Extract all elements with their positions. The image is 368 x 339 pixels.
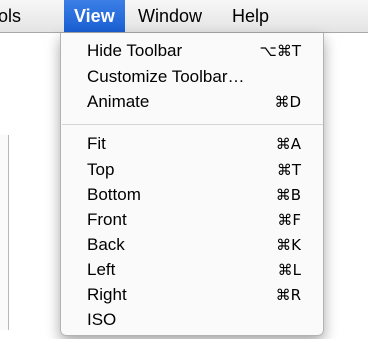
menu-item-label: Fit (87, 134, 106, 153)
menu-item-fit[interactable]: Fit ⌘A (61, 131, 323, 157)
menu-item-label: Front (87, 210, 127, 229)
menu-item-label: Hide Toolbar (87, 41, 183, 60)
menu-item-shortcut: ⌘B (275, 186, 301, 204)
menu-item-shortcut: ⌘R (275, 286, 301, 304)
menu-item-label: Right (87, 285, 127, 304)
menu-item-front[interactable]: Front ⌘F (61, 207, 323, 233)
menu-item-shortcut: ⌘F (277, 211, 301, 229)
background-window-edge (0, 135, 9, 330)
menu-tools[interactable]: ols (0, 0, 21, 32)
menu-item-animate[interactable]: Animate ⌘D (61, 89, 323, 115)
menu-view[interactable]: View (64, 0, 125, 32)
menu-item-customize-toolbar[interactable]: Customize Toolbar… (61, 64, 323, 90)
menu-item-shortcut: ⌘T (276, 161, 301, 179)
menu-item-label: ISO (87, 310, 117, 329)
menu-item-top[interactable]: Top ⌘T (61, 157, 323, 183)
menu-item-shortcut: ⌘K (276, 236, 301, 254)
menu-bar: ols View Window Help (0, 0, 368, 33)
menu-item-shortcut: ⌘D (274, 93, 301, 111)
menu-item-iso[interactable]: ISO (61, 307, 323, 333)
menu-item-label: Back (87, 235, 125, 254)
menu-item-shortcut: ⌘A (275, 135, 301, 153)
view-menu-dropdown: Hide Toolbar ⌥⌘T Customize Toolbar… Anim… (60, 33, 324, 336)
menu-item-right[interactable]: Right ⌘R (61, 282, 323, 308)
menu-item-left[interactable]: Left ⌘L (61, 257, 323, 283)
menu-window[interactable]: Window (138, 0, 202, 32)
menu-item-label: Animate (87, 92, 150, 111)
menu-item-bottom[interactable]: Bottom ⌘B (61, 182, 323, 208)
menu-separator (62, 124, 323, 125)
menu-item-shortcut: ⌥⌘T (259, 42, 301, 60)
menu-item-back[interactable]: Back ⌘K (61, 232, 323, 258)
menu-help[interactable]: Help (232, 0, 269, 32)
menu-item-label: Bottom (87, 185, 141, 204)
menu-item-label: Top (87, 160, 115, 179)
menu-item-hide-toolbar[interactable]: Hide Toolbar ⌥⌘T (61, 38, 323, 64)
menu-item-label: Customize Toolbar… (87, 67, 245, 86)
menu-item-label: Left (87, 260, 116, 279)
menu-item-shortcut: ⌘L (277, 261, 301, 279)
